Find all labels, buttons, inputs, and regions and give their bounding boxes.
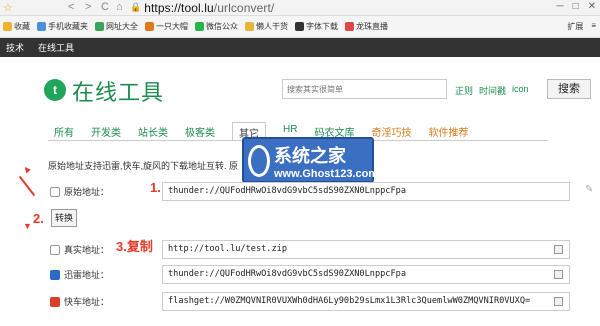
annotation-arrowhead-icon: ▲ — [19, 162, 35, 177]
bookmark-item[interactable]: 手机收藏夹 — [37, 21, 88, 32]
result-address-value: http://tool.lu/test.zip — [168, 244, 287, 254]
forward-button[interactable]: > — [85, 1, 91, 13]
folder-icon — [245, 22, 254, 31]
quick-link-timestamp[interactable]: 时间戳 — [479, 84, 506, 97]
site-top-bar: 技术 在线工具 — [0, 38, 600, 57]
lock-icon: 🔒 — [130, 2, 142, 12]
result-address-field[interactable]: flashget://W0ZMQVNIR0VUXWh0dHA6Ly90b29sL… — [162, 292, 570, 311]
annotation-step1: 1. — [150, 180, 161, 195]
minimize-button[interactable]: ─ — [556, 1, 563, 12]
checkbox-icon — [50, 244, 60, 255]
star-icon — [3, 22, 12, 31]
url-text: https://tool.lu/urlconvert/ — [144, 1, 274, 15]
quick-link-regex[interactable]: 正则 — [455, 84, 473, 97]
annotation-arrow-line — [18, 175, 36, 197]
bookmark-label: 一只大帽 — [156, 22, 188, 31]
result-row-label-text: 真实地址： — [64, 245, 110, 255]
bookmark-item[interactable]: 龙珠直播 — [345, 21, 388, 32]
result-address-value: flashget://W0ZMQVNIR0VUXWh0dHA6Ly90b29sL… — [168, 296, 531, 306]
tab-item[interactable]: 开发类 — [91, 124, 121, 140]
tool-description: 原始地址支持迅雷,快车,旋风的下载地址互转. 原 — [48, 161, 239, 171]
annotation-arrow-down-icon: ▼ — [23, 221, 32, 231]
bookmark-label: 手机收藏夹 — [48, 22, 88, 31]
result-address-value: thunder://QUFodHRwOi8vdG9vbC5sdS90ZXN0Ln… — [168, 269, 406, 279]
site-nav-tech[interactable]: 技术 — [6, 41, 24, 54]
watermark-logo-icon — [248, 145, 270, 177]
thunder-icon — [50, 269, 60, 280]
quick-link-icon[interactable]: icon — [512, 84, 529, 97]
bookmark-item[interactable]: 网址大全 — [95, 21, 138, 32]
bookmark-label: 龙珠直播 — [356, 22, 388, 31]
bookmark-bar-right: 扩展 ≡ — [567, 21, 596, 32]
original-address-label: 原始地址： — [50, 185, 109, 198]
bookmark-item[interactable]: 懒人干货 — [245, 21, 288, 32]
copy-icon[interactable] — [554, 245, 563, 254]
result-row-label: 快车地址： — [50, 295, 109, 308]
font-icon — [295, 22, 304, 31]
copy-icon[interactable] — [554, 270, 563, 279]
bookmark-item[interactable]: 收藏 — [3, 21, 30, 32]
result-address-field[interactable]: http://tool.lu/test.zip — [162, 240, 570, 259]
result-row-label-text: 迅雷地址： — [64, 270, 110, 280]
url-host: https://tool.lu — [144, 0, 214, 15]
bookmark-label: 微信公众 — [206, 22, 238, 31]
site-nav-online-tools[interactable]: 在线工具 — [38, 41, 74, 54]
home-button[interactable]: ⌂ — [116, 1, 123, 13]
tab-item[interactable]: 所有 — [54, 124, 74, 140]
annotation-step3: 3.复制 — [116, 239, 153, 254]
bookmark-label: 网址大全 — [106, 22, 138, 31]
address-bar[interactable]: 🔒 https://tool.lu/urlconvert/ — [130, 1, 460, 15]
live-icon — [345, 22, 354, 31]
checkbox-icon — [50, 186, 60, 197]
tab-item[interactable]: 软件推荐 — [428, 124, 468, 140]
copy-icon[interactable] — [554, 297, 563, 306]
menu-icon[interactable]: ≡ — [591, 21, 596, 32]
reload-button[interactable]: C — [101, 1, 109, 13]
eraser-icon[interactable]: ✎ — [585, 184, 593, 195]
logo-text[interactable]: 在线工具 — [72, 75, 164, 107]
bookmark-item[interactable]: 字体下载 — [295, 21, 338, 32]
result-row-label: 迅雷地址： — [50, 268, 109, 281]
watermark-overlay: 系统之家 www.Ghost123.com — [242, 137, 378, 183]
globe-icon — [95, 22, 104, 31]
tab-item[interactable]: 极客类 — [185, 124, 215, 140]
bookmark-label: 收藏 — [14, 22, 30, 31]
bookmark-label: 字体下载 — [306, 22, 338, 31]
watermark-title: 系统之家 — [274, 146, 346, 167]
original-address-label-text: 原始地址： — [64, 187, 110, 197]
wechat-icon — [195, 22, 204, 31]
favorite-star-icon[interactable]: ☆ — [3, 1, 13, 14]
flashget-icon — [50, 296, 60, 307]
result-row-label: 真实地址： — [50, 243, 109, 256]
extensions-button[interactable]: 扩展 — [567, 21, 583, 32]
result-row-label-text: 快车地址： — [64, 297, 110, 307]
result-address-field[interactable]: thunder://QUFodHRwOi8vdG9vbC5sdS90ZXN0Ln… — [162, 265, 570, 284]
phone-icon — [37, 22, 46, 31]
maximize-button[interactable]: □ — [573, 1, 579, 12]
tab-item[interactable]: 站长类 — [138, 124, 168, 140]
bookmarks-bar: 收藏 手机收藏夹 网址大全 一只大帽 微信公众 懒人干货 字体下载 龙珠直播 扩展 ≡ — [0, 16, 600, 38]
url-path: /urlconvert/ — [213, 0, 275, 15]
watermark-url: www.Ghost123.com — [274, 168, 379, 180]
search-button[interactable]: 搜索 — [547, 79, 591, 99]
close-button[interactable]: ✕ — [588, 1, 596, 12]
window-controls: ─ □ ✕ — [556, 1, 596, 12]
convert-button[interactable]: 转换 — [51, 209, 77, 227]
browser-titlebar: ☆ < > C ⌂ 🔒 https://tool.lu/urlconvert/ … — [0, 0, 600, 16]
back-button[interactable]: < — [68, 1, 74, 13]
search-quick-links: 正则 时间戳 icon — [455, 84, 529, 97]
logo-icon[interactable]: t — [44, 79, 66, 101]
search-input[interactable] — [282, 79, 447, 99]
original-address-input[interactable]: thunder://QUFodHRwOi8vdG9vbC5sdS90ZXN0Ln… — [162, 182, 570, 201]
plus-icon — [145, 22, 154, 31]
bookmark-item[interactable]: 一只大帽 — [145, 21, 188, 32]
tab-item[interactable]: 奇淫巧技 — [371, 124, 411, 140]
bookmark-label: 懒人干货 — [256, 22, 288, 31]
bookmark-item[interactable]: 微信公众 — [195, 21, 238, 32]
annotation-step2: 2. — [33, 211, 44, 226]
